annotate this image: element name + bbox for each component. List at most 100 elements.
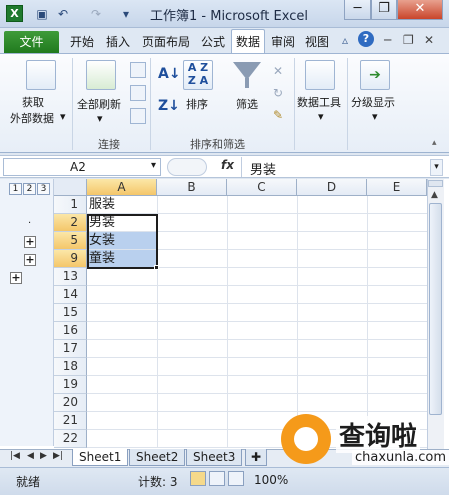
close-button[interactable]: ✕: [397, 0, 443, 20]
outline-icon[interactable]: ➔: [360, 60, 390, 90]
status-ready: 就绪: [16, 475, 41, 489]
row-header[interactable]: 22: [54, 430, 87, 448]
row-header[interactable]: 18: [54, 358, 87, 376]
save-icon[interactable]: ▣: [34, 6, 50, 22]
get-external-data-label2[interactable]: 外部数据: [10, 110, 54, 126]
zoom-level[interactable]: 100%: [254, 473, 288, 487]
status-count: 计数: 3: [138, 475, 178, 489]
select-all-corner[interactable]: [54, 179, 87, 196]
connections-icon[interactable]: [130, 62, 146, 78]
row-header[interactable]: 1: [54, 196, 87, 214]
tab-home[interactable]: 开始: [70, 33, 94, 50]
refresh-all-icon[interactable]: [86, 60, 116, 90]
name-box-value: A2: [70, 160, 86, 174]
insert-function-icon[interactable]: fx: [221, 158, 234, 172]
row-header[interactable]: 21: [54, 412, 87, 430]
tab-file[interactable]: 文件: [4, 31, 59, 53]
selection-border: [87, 214, 158, 269]
workbook-restore-icon[interactable]: ❐: [403, 33, 414, 47]
tab-page-layout[interactable]: 页面布局: [142, 33, 190, 50]
outline-level-3[interactable]: 3: [37, 183, 50, 195]
filter-button[interactable]: 筛选: [236, 96, 258, 112]
redo-icon[interactable]: ↷: [88, 6, 104, 22]
data-tools-button[interactable]: 数据工具: [297, 94, 341, 110]
workbook-minimize-icon[interactable]: ─: [384, 33, 391, 47]
formula-bar-grip[interactable]: [167, 158, 207, 176]
customize-qat-icon[interactable]: ▾: [118, 6, 134, 22]
expand-formula-bar-icon[interactable]: ▾: [430, 159, 443, 176]
outline-level-1[interactable]: 1: [9, 183, 22, 195]
gridline: [87, 411, 427, 412]
clear-filter-icon[interactable]: ✕: [273, 64, 283, 78]
watermark-text: 查询啦: [336, 416, 421, 453]
column-header-c[interactable]: C: [227, 179, 297, 196]
normal-view-icon[interactable]: [190, 471, 206, 486]
outline-button[interactable]: 分级显示: [351, 94, 395, 110]
column-header-d[interactable]: D: [297, 179, 367, 196]
page-layout-view-icon[interactable]: [209, 471, 225, 486]
first-sheet-icon[interactable]: |◀: [10, 451, 20, 461]
tab-review[interactable]: 审阅: [271, 33, 295, 50]
group-divider: [72, 58, 73, 150]
help-icon[interactable]: ?: [358, 31, 374, 47]
ribbon-collapse-arrow[interactable]: ▴: [432, 138, 437, 148]
edit-links-icon[interactable]: [130, 108, 146, 124]
cell-a1[interactable]: 服装: [87, 196, 157, 214]
row-header[interactable]: 13: [54, 268, 87, 286]
collapse-ribbon-icon[interactable]: ▵: [342, 33, 348, 47]
row-header[interactable]: 5: [54, 232, 87, 250]
tab-formulas[interactable]: 公式: [201, 33, 225, 50]
row-header[interactable]: 17: [54, 340, 87, 358]
sort-ascending-icon[interactable]: A↓: [158, 66, 181, 82]
fill-handle[interactable]: [154, 265, 159, 270]
row-header[interactable]: 2: [54, 214, 87, 232]
column-header-b[interactable]: B: [157, 179, 227, 196]
expand-group-button-13[interactable]: +: [10, 272, 22, 284]
get-external-data-icon[interactable]: [26, 60, 56, 90]
last-sheet-icon[interactable]: ▶|: [53, 451, 63, 461]
row-header[interactable]: 16: [54, 322, 87, 340]
chevron-down-icon: ▾: [97, 112, 103, 125]
chevron-down-icon[interactable]: ▾: [151, 160, 156, 171]
row-header[interactable]: 9: [54, 250, 87, 268]
sort-dialog-icon[interactable]: A ZZ A: [183, 60, 213, 90]
formula-input[interactable]: 男装: [250, 159, 276, 178]
column-header-e[interactable]: E: [367, 179, 427, 196]
sheet-tab-sheet1[interactable]: Sheet1: [72, 449, 129, 466]
row-header[interactable]: 15: [54, 304, 87, 322]
outline-level-2[interactable]: 2: [23, 183, 36, 195]
outline-panel: [0, 179, 54, 446]
row-header[interactable]: 14: [54, 286, 87, 304]
excel-app-icon[interactable]: X: [6, 5, 23, 22]
row-header[interactable]: 20: [54, 394, 87, 412]
expand-group-button-5[interactable]: +: [24, 236, 36, 248]
sheet-tab-sheet2[interactable]: Sheet2: [129, 449, 186, 466]
scroll-up-icon[interactable]: ▲: [431, 190, 438, 200]
tab-insert[interactable]: 插入: [106, 33, 130, 50]
reapply-icon[interactable]: ↻: [273, 86, 283, 100]
sort-descending-icon[interactable]: Z↓: [158, 98, 180, 114]
next-sheet-icon[interactable]: ▶: [40, 451, 47, 461]
restore-button[interactable]: ❐: [371, 0, 397, 20]
expand-group-button-9[interactable]: +: [24, 254, 36, 266]
sheet-tab-sheet3[interactable]: Sheet3: [186, 449, 243, 466]
tab-data[interactable]: 数据: [236, 33, 260, 50]
workbook-close-icon[interactable]: ✕: [424, 33, 434, 47]
refresh-all-button[interactable]: 全部刷新: [77, 96, 121, 112]
minimize-button[interactable]: ─: [344, 0, 371, 20]
split-handle[interactable]: [428, 180, 443, 187]
prev-sheet-icon[interactable]: ◀: [27, 451, 34, 461]
sort-button[interactable]: 排序: [186, 96, 208, 112]
insert-sheet-icon[interactable]: ✚: [245, 449, 267, 466]
group-divider: [150, 58, 151, 150]
properties-icon[interactable]: [130, 85, 146, 101]
column-header-a[interactable]: A: [87, 179, 157, 196]
get-external-data-label1[interactable]: 获取: [22, 94, 44, 110]
tab-view[interactable]: 视图: [305, 33, 329, 50]
advanced-filter-icon[interactable]: ✎: [273, 108, 283, 122]
row-header[interactable]: 19: [54, 376, 87, 394]
undo-icon[interactable]: ↶: [55, 6, 71, 22]
data-tools-icon[interactable]: [305, 60, 335, 90]
page-break-view-icon[interactable]: [228, 471, 244, 486]
scrollbar-thumb[interactable]: [429, 203, 442, 415]
